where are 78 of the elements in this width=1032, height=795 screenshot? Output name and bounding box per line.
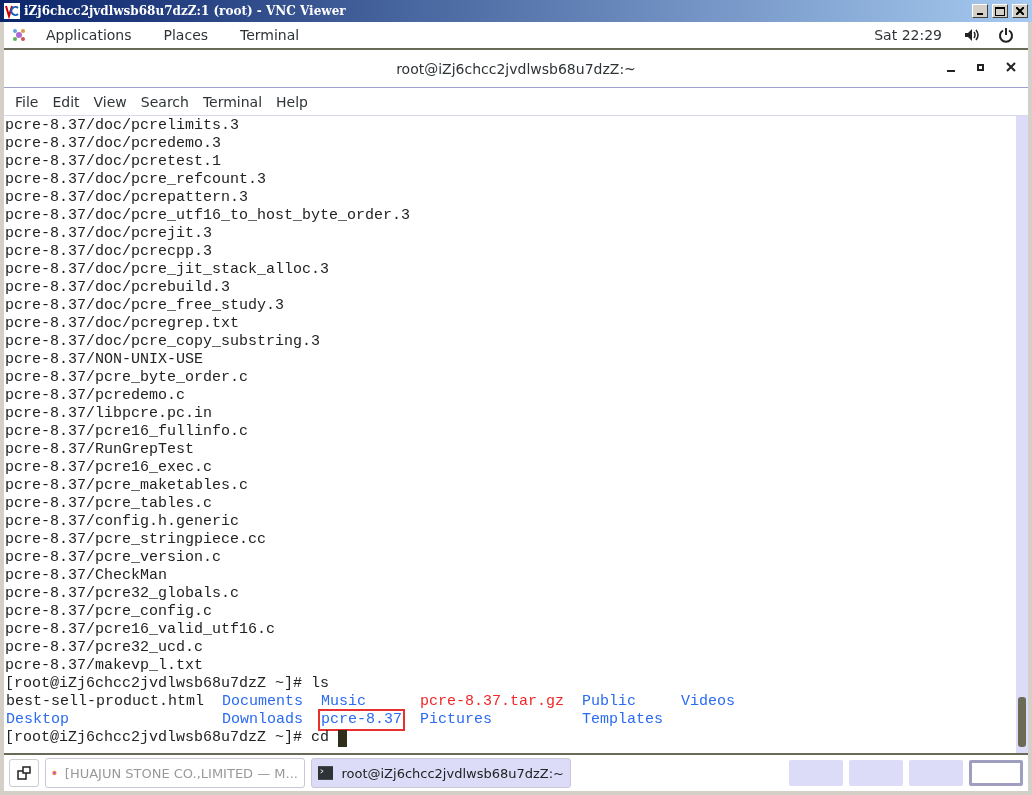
output-line: pcre-8.37/makevp_l.txt — [5, 657, 205, 675]
output-line: pcre-8.37/libpcre.pc.in — [5, 405, 214, 423]
workspace-switcher[interactable] — [909, 760, 963, 786]
output-line: pcre-8.37/doc/pcre_free_study.3 — [5, 297, 286, 315]
menu-item[interactable]: File — [8, 93, 46, 110]
directory-name: Public — [581, 692, 637, 712]
directory-name: Pictures — [419, 710, 493, 730]
show-desktop-button[interactable] — [9, 759, 39, 787]
file-name: pcre-8.37.tar.gz — [419, 692, 566, 712]
output-line: pcre-8.37/doc/pcre_refcount.3 — [5, 171, 268, 189]
prompt-line: [root@iZj6chcc2jvdlwsb68u7dzZ ~]# cd — [5, 729, 330, 747]
close-icon[interactable] — [1006, 62, 1016, 72]
directory-name: Desktop — [5, 710, 70, 730]
output-line: pcre-8.37/doc/pcrejit.3 — [5, 225, 214, 243]
file-name: best-sell-product.html — [5, 692, 206, 712]
output-line: pcre-8.37/CheckMan — [5, 567, 169, 585]
output-line: pcre-8.37/pcre16_exec.c — [5, 459, 214, 477]
gnome-foot-icon — [12, 28, 26, 42]
directory-name: Downloads — [221, 710, 304, 730]
directory-name: pcre-8.37 — [318, 709, 405, 731]
vnc-logo-icon — [4, 3, 20, 19]
output-line: pcre-8.37/pcredemo.c — [5, 387, 187, 405]
scrollbar-thumb[interactable] — [1018, 697, 1026, 747]
menu-item[interactable]: Terminal — [195, 93, 270, 110]
maximize-icon — [995, 6, 1005, 16]
directory-name: Templates — [581, 710, 664, 730]
output-line: pcre-8.37/pcre16_valid_utf16.c — [5, 621, 277, 639]
workspace-switcher[interactable] — [849, 760, 903, 786]
text-cursor — [338, 729, 348, 747]
close-button[interactable] — [1012, 4, 1028, 18]
volume-icon[interactable] — [964, 28, 980, 42]
minimize-button[interactable] — [972, 4, 988, 18]
output-line: pcre-8.37/pcre_config.c — [5, 603, 214, 621]
output-line: pcre-8.37/doc/pcrecpp.3 — [5, 243, 214, 261]
output-line: pcre-8.37/doc/pcre_utf16_to_host_byte_order.3 — [5, 207, 412, 225]
output-line: pcre-8.37/doc/pcregrep.txt — [5, 315, 241, 333]
windows-icon — [17, 766, 31, 780]
output-line: pcre-8.37/doc/pcredemo.3 — [5, 135, 223, 153]
directory-name: Music — [320, 692, 367, 712]
output-line: pcre-8.37/pcre_stringpiece.cc — [5, 531, 268, 549]
menu-item[interactable]: Search — [133, 93, 196, 110]
output-line: pcre-8.37/doc/pcrebuild.3 — [5, 279, 232, 297]
output-line: pcre-8.37/NON-UNIX-USE — [5, 351, 205, 369]
output-line: pcre-8.37/doc/pcrelimits.3 — [5, 117, 241, 135]
output-line: pcre-8.37/pcre32_ucd.c — [5, 639, 205, 657]
scrollbar[interactable] — [1016, 116, 1028, 753]
taskbar-task[interactable]: root@iZj6chcc2jvdlwsb68u7dzZ:~ — [311, 758, 571, 788]
output-line: pcre-8.37/config.h.generic — [5, 513, 241, 531]
top-menu[interactable]: Applications — [34, 27, 144, 43]
menu-item[interactable]: Help — [269, 93, 315, 110]
prompt-line: [root@iZj6chcc2jvdlwsb68u7dzZ ~]# ls — [5, 675, 331, 693]
workspace-switcher[interactable] — [789, 760, 843, 786]
menu-item[interactable]: View — [86, 93, 134, 110]
output-line: pcre-8.37/doc/pcre_copy_substring.3 — [5, 333, 322, 351]
terminal-title: root@iZj6chcc2jvdlwsb68u7dzZ:~ — [396, 60, 636, 77]
output-line: pcre-8.37/RunGrepTest — [5, 441, 196, 459]
output-line: pcre-8.37/doc/pcre_jit_stack_alloc.3 — [5, 261, 331, 279]
output-line: pcre-8.37/pcre_version.c — [5, 549, 223, 567]
output-line: pcre-8.37/doc/pcretest.1 — [5, 153, 223, 171]
top-menu[interactable]: Places — [151, 27, 221, 43]
workspace-switcher[interactable] — [969, 760, 1023, 786]
menu-item[interactable]: Edit — [45, 93, 87, 110]
terminal-icon — [318, 765, 334, 781]
directory-name: Videos — [680, 692, 736, 712]
maximize-icon[interactable] — [977, 63, 984, 71]
output-line: pcre-8.37/pcre32_globals.c — [5, 585, 241, 603]
maximize-button[interactable] — [992, 4, 1008, 18]
directory-name: Documents — [221, 692, 304, 712]
top-menu[interactable]: Terminal — [228, 27, 312, 43]
window-title: iZj6chcc2jvdlwsb68u7dzZ:1 (root) - VNC Viewer — [24, 4, 347, 18]
output-line: pcre-8.37/pcre_byte_order.c — [5, 369, 250, 387]
output-line: pcre-8.37/doc/pcrepattern.3 — [5, 189, 250, 207]
clock[interactable]: Sat 22:29 — [874, 27, 942, 43]
power-icon[interactable] — [998, 27, 1014, 43]
output-line: pcre-8.37/pcre16_fullinfo.c — [5, 423, 250, 441]
output-line: pcre-8.37/pcre_maketables.c — [5, 477, 250, 495]
output-line: pcre-8.37/pcre_tables.c — [5, 495, 214, 513]
close-icon — [1016, 7, 1024, 15]
